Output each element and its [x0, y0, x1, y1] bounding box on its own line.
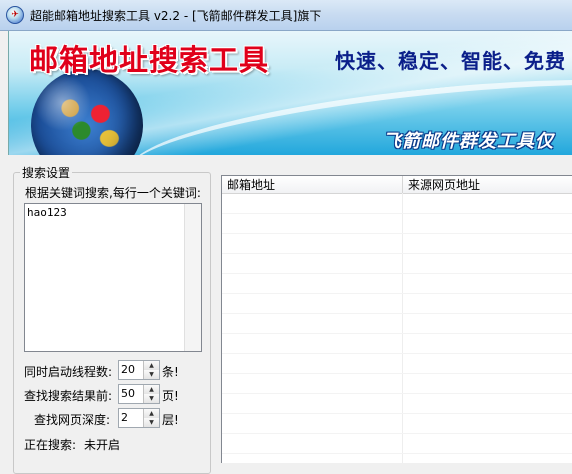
row-gridline — [222, 273, 572, 274]
search-status-value: 未开启 — [84, 438, 121, 452]
column-header-email[interactable]: 邮箱地址 — [222, 177, 275, 193]
app-icon[interactable]: ✈ — [6, 6, 24, 24]
row-gridline — [222, 313, 572, 314]
threads-spinner[interactable]: 20 ▲ ▼ — [118, 360, 160, 380]
column-header-source-url[interactable]: 来源网页地址 — [403, 177, 480, 193]
row-gridline — [222, 353, 572, 354]
depth-spinner[interactable]: 2 ▲ ▼ — [118, 408, 160, 428]
keyword-textarea[interactable]: hao123 — [24, 203, 202, 352]
banner-slogan: 快速、稳定、智能、免费 — [335, 49, 566, 73]
row-gridline — [222, 293, 572, 294]
row-gridline — [222, 233, 572, 234]
row-gridline — [222, 433, 572, 434]
results-spinner[interactable]: 50 ▲ ▼ — [118, 384, 160, 404]
results-unit: 页! — [162, 389, 179, 403]
banner: 邮箱地址搜索工具 快速、稳定、智能、免费 飞箭邮件群发工具仅 — [8, 31, 572, 155]
row-gridline — [222, 413, 572, 414]
threads-down-arrow-icon[interactable]: ▼ — [144, 370, 159, 379]
search-status-label: 正在搜索: — [24, 438, 77, 452]
banner-subtitle: 飞箭邮件群发工具仅 — [383, 131, 554, 152]
threads-label: 同时启动线程数: — [24, 365, 113, 379]
row-gridline — [222, 213, 572, 214]
row-gridline — [222, 253, 572, 254]
search-settings-legend: 搜索设置 — [20, 164, 73, 181]
row-gridline — [222, 373, 572, 374]
depth-value: 2 — [121, 411, 128, 424]
keyword-scrollbar[interactable] — [184, 204, 201, 351]
results-list[interactable]: 邮箱地址 来源网页地址 — [221, 175, 572, 463]
threads-unit: 条! — [162, 365, 179, 379]
depth-label: 查找网页深度: — [34, 413, 111, 427]
keyword-label: 根据关键词搜索,每行一个关键词: — [25, 186, 201, 200]
row-gridline — [222, 333, 572, 334]
row-gridline — [222, 453, 572, 454]
globe-image — [31, 69, 143, 155]
results-label: 查找搜索结果前: — [24, 389, 113, 403]
title-bar: ✈ 超能邮箱地址搜索工具 v2.2 - [飞箭邮件群发工具]旗下 — [0, 0, 572, 31]
depth-unit: 层! — [162, 413, 179, 427]
results-value: 50 — [121, 387, 135, 400]
results-down-arrow-icon[interactable]: ▼ — [144, 394, 159, 403]
results-list-header: 邮箱地址 来源网页地址 — [222, 176, 572, 194]
row-gridline — [222, 393, 572, 394]
window-title: 超能邮箱地址搜索工具 v2.2 - [飞箭邮件群发工具]旗下 — [30, 9, 322, 23]
depth-down-arrow-icon[interactable]: ▼ — [144, 418, 159, 427]
keyword-text: hao123 — [27, 206, 67, 219]
banner-title: 邮箱地址搜索工具 — [29, 43, 270, 77]
threads-value: 20 — [121, 363, 135, 376]
